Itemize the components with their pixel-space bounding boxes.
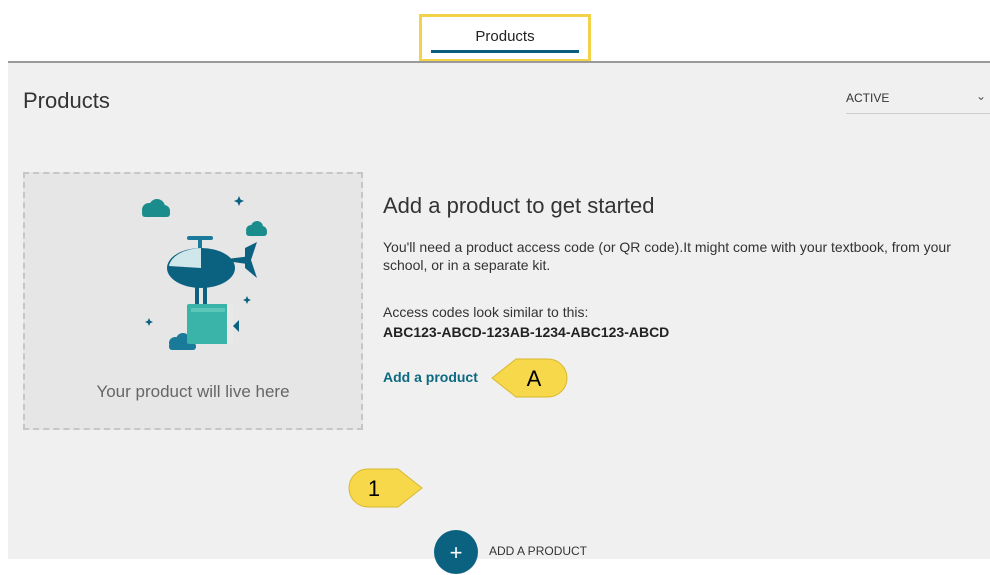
callout-a-marker: A bbox=[491, 358, 568, 398]
access-code-example-label: Access codes look similar to this: bbox=[383, 304, 589, 320]
tab-products[interactable]: Products bbox=[419, 14, 591, 62]
top-tab-bar: Products bbox=[0, 0, 990, 62]
add-product-link[interactable]: Add a product bbox=[383, 369, 478, 385]
status-filter-dropdown[interactable]: ACTIVE ⌄ bbox=[846, 89, 990, 114]
callout-a-label: A bbox=[527, 366, 542, 391]
active-tab-indicator bbox=[431, 50, 579, 53]
product-placeholder-card: Your product will live here bbox=[23, 172, 363, 430]
page-title: Products bbox=[23, 88, 110, 113]
placeholder-caption: Your product will live here bbox=[96, 382, 290, 401]
access-code-example: ABC123-ABCD-123AB-1234-ABC123-ABCD bbox=[383, 324, 670, 340]
add-product-button[interactable]: + bbox=[434, 530, 478, 574]
plus-icon: + bbox=[449, 540, 463, 565]
get-started-info: Add a product to get started You'll need… bbox=[383, 193, 983, 385]
callout-1-marker: 1 bbox=[348, 468, 423, 508]
helicopter-delivery-icon bbox=[142, 196, 267, 350]
tab-products-label: Products bbox=[475, 27, 535, 45]
get-started-heading: Add a product to get started bbox=[383, 193, 655, 218]
access-code-intro: You'll need a product access code (or QR… bbox=[383, 239, 951, 273]
status-filter-value: ACTIVE bbox=[846, 91, 890, 105]
add-product-button-label[interactable]: ADD A PRODUCT bbox=[489, 544, 587, 558]
products-panel: Products ACTIVE ⌄ Your product will live… bbox=[8, 63, 990, 574]
chevron-down-icon: ⌄ bbox=[975, 89, 986, 103]
cloud-icon bbox=[246, 221, 267, 236]
cloud-icon bbox=[142, 199, 170, 217]
callout-1-label: 1 bbox=[368, 476, 380, 501]
